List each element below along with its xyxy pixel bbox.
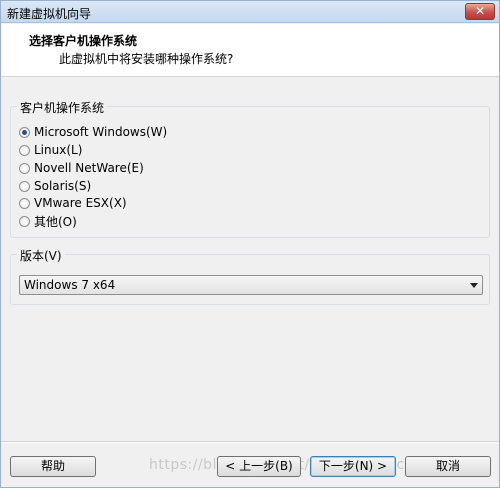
radio-button-icon[interactable]: [19, 215, 30, 227]
footer-divider: [1, 441, 499, 443]
page-title: 选择客户机操作系统: [29, 34, 138, 48]
radio-label[interactable]: Microsoft Windows(W): [34, 125, 167, 139]
cancel-button[interactable]: 取消: [405, 456, 491, 477]
radio-label[interactable]: Novell NetWare(E): [34, 161, 144, 175]
radio-option-linux[interactable]: Linux(L): [19, 142, 82, 158]
back-button[interactable]: < 上一步(B): [217, 456, 301, 477]
guest-os-legend: 客户机操作系统: [17, 99, 108, 116]
version-legend: 版本(V): [17, 247, 65, 264]
page-subtitle: 此虚拟机中将安装哪种操作系统?: [59, 52, 234, 66]
radio-label[interactable]: 其他(O): [34, 213, 77, 230]
radio-option-other[interactable]: 其他(O): [19, 213, 77, 229]
version-group: 版本(V) Windows 7 x64: [10, 247, 490, 305]
version-select[interactable]: Windows 7 x64: [19, 275, 483, 295]
radio-label[interactable]: Solaris(S): [34, 179, 91, 193]
chevron-down-icon[interactable]: [470, 283, 478, 288]
title-bar[interactable]: 新建虚拟机向导 ✕: [1, 1, 499, 23]
radio-button-icon[interactable]: [19, 197, 30, 209]
radio-option-netware[interactable]: Novell NetWare(E): [19, 160, 144, 176]
help-button[interactable]: 帮助: [10, 456, 96, 477]
window-title: 新建虚拟机向导: [7, 7, 92, 21]
wizard-header: 选择客户机操作系统 此虚拟机中将安装哪种操作系统?: [1, 24, 499, 77]
guest-os-group: 客户机操作系统 Microsoft Windows(W) Linux(L) No…: [10, 99, 490, 238]
close-button[interactable]: ✕: [465, 3, 495, 20]
radio-button-icon[interactable]: [19, 180, 30, 192]
version-select-value: Windows 7 x64: [24, 278, 116, 292]
wizard-window: 新建虚拟机向导 ✕ 选择客户机操作系统 此虚拟机中将安装哪种操作系统? 客户机操…: [0, 0, 500, 488]
next-button[interactable]: 下一步(N) >: [310, 456, 396, 477]
radio-label[interactable]: Linux(L): [34, 143, 82, 157]
radio-label[interactable]: VMware ESX(X): [34, 196, 127, 210]
radio-button-icon[interactable]: [19, 162, 30, 174]
close-icon: ✕: [474, 4, 486, 18]
radio-option-solaris[interactable]: Solaris(S): [19, 178, 91, 194]
radio-button-icon[interactable]: [19, 144, 30, 156]
radio-option-windows[interactable]: Microsoft Windows(W): [19, 124, 167, 140]
radio-option-esx[interactable]: VMware ESX(X): [19, 195, 127, 211]
radio-button-icon[interactable]: [19, 126, 30, 138]
